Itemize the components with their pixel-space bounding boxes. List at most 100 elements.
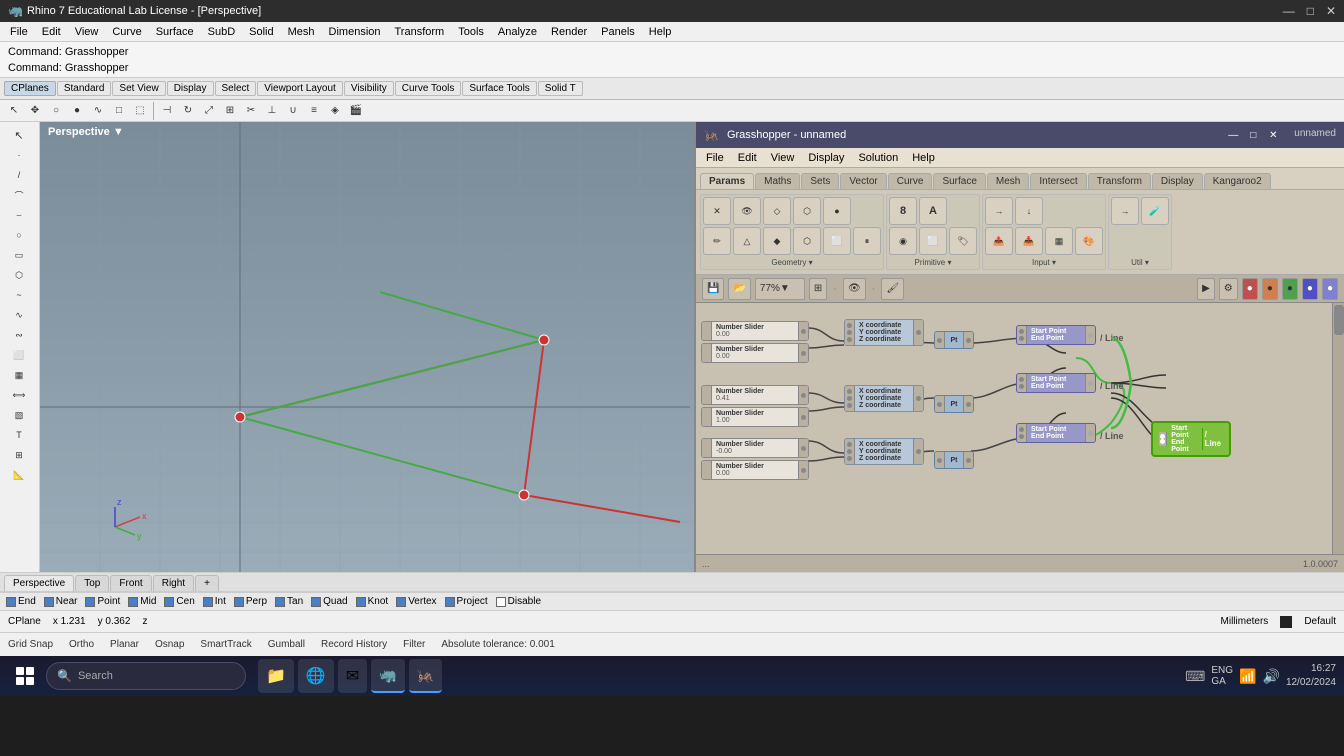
gh-menu-file[interactable]: File: [700, 151, 730, 165]
gh-input-down[interactable]: ↓: [1015, 197, 1043, 225]
gh-scrollbar[interactable]: [1332, 303, 1344, 554]
gh-minimize-button[interactable]: —: [1226, 128, 1240, 142]
gh-node-slider-3[interactable]: Number Slider 0.41: [701, 385, 809, 405]
tool-rotate[interactable]: ↻: [178, 101, 198, 121]
tab-perspective[interactable]: Perspective: [4, 575, 74, 591]
rhino-viewport[interactable]: Perspective ▼: [40, 122, 694, 572]
gh-color5[interactable]: ●: [1322, 278, 1338, 300]
gh-menu-edit[interactable]: Edit: [732, 151, 763, 165]
snap-int-check[interactable]: [203, 597, 213, 607]
tool-select-icon[interactable]: ↖: [2, 126, 36, 144]
gh-node-xyz-2[interactable]: X coordinate Y coordinate Z coordinate: [844, 385, 924, 412]
close-button[interactable]: ✕: [1326, 4, 1336, 18]
gh-tool-hex[interactable]: ⬡: [793, 227, 821, 255]
tab-cplanes[interactable]: CPlanes: [4, 81, 56, 96]
gh-node-point-2[interactable]: Pt: [934, 395, 974, 413]
gh-node-xyz-1[interactable]: X coordinate Y coordinate Z coordinate: [844, 319, 924, 346]
snap-point-check[interactable]: [85, 597, 95, 607]
gh-node-line-3[interactable]: Start Point End Point: [1016, 423, 1096, 443]
tool-extrude[interactable]: ⬚: [130, 101, 150, 121]
gh-open-btn[interactable]: 📂: [728, 278, 750, 300]
gh-menu-help[interactable]: Help: [906, 151, 941, 165]
gh-tab-vector[interactable]: Vector: [840, 173, 886, 189]
taskbar-app-grasshopper[interactable]: 🦗: [409, 659, 442, 693]
tool-rect-icon[interactable]: ▭: [2, 246, 36, 264]
tool-analyze-icon[interactable]: 📐: [2, 466, 36, 484]
snap-project[interactable]: Project: [445, 596, 488, 607]
snap-disable-check[interactable]: [496, 597, 506, 607]
gh-node-xyz-3[interactable]: X coordinate Y coordinate Z coordinate: [844, 438, 924, 465]
gh-util-flask[interactable]: 🧪: [1141, 197, 1169, 225]
status-record-history[interactable]: Record History: [321, 639, 387, 650]
tool-dims-icon[interactable]: ⟺: [2, 386, 36, 404]
menu-curve[interactable]: Curve: [106, 25, 147, 39]
menu-render[interactable]: Render: [545, 25, 593, 39]
gh-tool-geo1[interactable]: ◇: [763, 197, 791, 225]
tab-top[interactable]: Top: [75, 575, 109, 591]
gh-tool-eye[interactable]: 👁: [733, 197, 761, 225]
gh-zoom-select[interactable]: 77% ▼: [755, 278, 805, 300]
snap-point[interactable]: Point: [85, 596, 120, 607]
menu-edit[interactable]: Edit: [36, 25, 67, 39]
snap-quad[interactable]: Quad: [311, 596, 347, 607]
gh-menu-view[interactable]: View: [765, 151, 801, 165]
gh-scrollbar-thumb[interactable]: [1334, 305, 1344, 335]
tool-curve[interactable]: ∿: [88, 101, 108, 121]
gh-tab-display[interactable]: Display: [1152, 173, 1203, 189]
menu-mesh[interactable]: Mesh: [282, 25, 321, 39]
tab-viewport-layout[interactable]: Viewport Layout: [257, 81, 343, 96]
snap-disable[interactable]: Disable: [496, 596, 541, 607]
tab-visibility[interactable]: Visibility: [344, 81, 394, 96]
tab-set-view[interactable]: Set View: [112, 81, 165, 96]
gh-color4[interactable]: ●: [1302, 278, 1318, 300]
snap-near[interactable]: Near: [44, 596, 78, 607]
gh-node-point-1[interactable]: Pt: [934, 331, 974, 349]
snap-mid-check[interactable]: [128, 597, 138, 607]
gh-tab-surface[interactable]: Surface: [933, 173, 985, 189]
status-ortho[interactable]: Ortho: [69, 639, 94, 650]
gh-node-slider-1[interactable]: Number Slider 0.00: [701, 321, 809, 341]
gh-canvas[interactable]: Number Slider 0.00 Number Slider 0.00: [696, 303, 1332, 554]
gh-close-button[interactable]: ✕: [1266, 128, 1280, 142]
taskbar-app-browser[interactable]: 🌐: [298, 659, 334, 693]
tool-trim[interactable]: ✂: [241, 101, 261, 121]
tab-right[interactable]: Right: [153, 575, 194, 591]
gh-tool-cube[interactable]: ⬜: [823, 227, 851, 255]
gh-green-output-node[interactable]: Start Point End Point / Line: [1151, 421, 1231, 457]
tool-hatch-icon[interactable]: ▧: [2, 406, 36, 424]
tool-circle[interactable]: ○: [46, 101, 66, 121]
gh-prim-a[interactable]: A: [919, 197, 947, 225]
tool-free-curve-icon[interactable]: ~: [2, 286, 36, 304]
menu-panels[interactable]: Panels: [595, 25, 641, 39]
status-grid-snap[interactable]: Grid Snap: [8, 639, 53, 650]
snap-tan[interactable]: Tan: [275, 596, 303, 607]
gh-tool-x[interactable]: ✕: [703, 197, 731, 225]
gh-prim-tag[interactable]: 🏷: [949, 227, 977, 255]
snap-end[interactable]: End: [6, 596, 36, 607]
menu-tools[interactable]: Tools: [452, 25, 490, 39]
gh-fit-btn[interactable]: ⊞: [809, 278, 827, 300]
snap-cen[interactable]: Cen: [164, 596, 194, 607]
gh-input-grid[interactable]: ▦: [1045, 227, 1073, 255]
snap-mid[interactable]: Mid: [128, 596, 156, 607]
menu-help[interactable]: Help: [643, 25, 678, 39]
gh-tab-maths[interactable]: Maths: [755, 173, 800, 189]
tab-solid-t[interactable]: Solid T: [538, 81, 583, 96]
gh-prim-sph[interactable]: ◉: [889, 227, 917, 255]
gh-save-btn[interactable]: 💾: [702, 278, 724, 300]
snap-knot[interactable]: Knot: [356, 596, 389, 607]
menu-dimension[interactable]: Dimension: [323, 25, 387, 39]
gh-input-palette[interactable]: 🎨: [1075, 227, 1103, 255]
taskbar-app-mail[interactable]: ✉: [338, 659, 367, 693]
gh-tool-pause[interactable]: ⏸: [853, 227, 881, 255]
tab-curve-tools[interactable]: Curve Tools: [395, 81, 462, 96]
menu-view[interactable]: View: [69, 25, 105, 39]
tool-layer[interactable]: ≡: [304, 101, 324, 121]
menu-file[interactable]: File: [4, 25, 34, 39]
snap-tan-check[interactable]: [275, 597, 285, 607]
gh-input-upload[interactable]: 📤: [985, 227, 1013, 255]
gh-tab-intersect[interactable]: Intersect: [1030, 173, 1086, 189]
gh-input-arrow[interactable]: →: [985, 197, 1013, 225]
snap-perp-check[interactable]: [234, 597, 244, 607]
snap-quad-check[interactable]: [311, 597, 321, 607]
